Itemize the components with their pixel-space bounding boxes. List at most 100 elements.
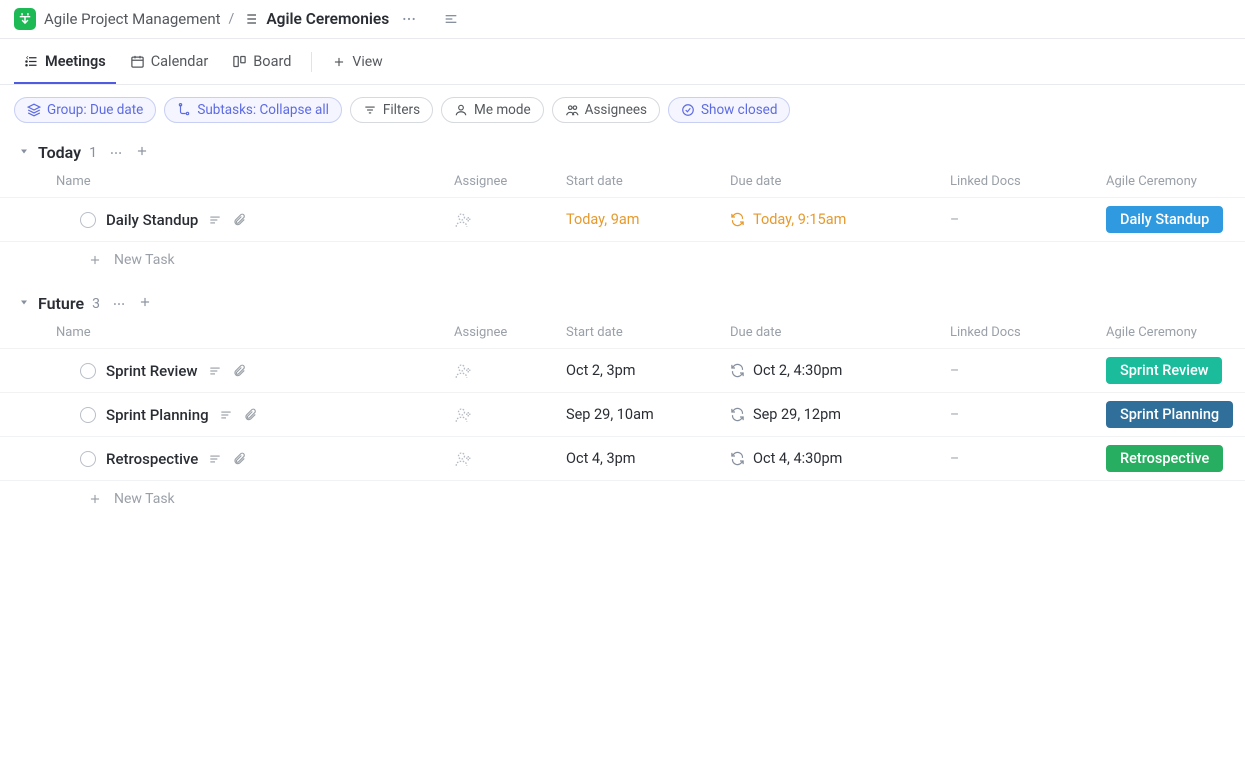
group-more-icon[interactable] xyxy=(108,295,130,313)
new-task-button[interactable]: New Task xyxy=(0,242,1245,278)
recurring-icon xyxy=(730,407,745,422)
task-row[interactable]: Retrospective Oct 4, 3pm Oct 4, 4:30pm –… xyxy=(0,437,1245,481)
list-icon xyxy=(242,11,258,27)
group-add-icon[interactable] xyxy=(135,144,149,162)
assignee-cell[interactable] xyxy=(454,406,566,424)
status-circle-icon[interactable] xyxy=(80,363,96,379)
task-row[interactable]: Sprint Review Oct 2, 3pm Oct 2, 4:30pm –… xyxy=(0,349,1245,393)
page-title[interactable]: Agile Ceremonies xyxy=(266,10,389,28)
task-row[interactable]: Sprint Planning Sep 29, 10am Sep 29, 12p… xyxy=(0,393,1245,437)
due-date-cell[interactable]: Oct 2, 4:30pm xyxy=(730,362,950,379)
recurring-icon xyxy=(730,212,745,227)
col-start[interactable]: Start date xyxy=(566,174,730,189)
linked-docs-cell[interactable]: – xyxy=(950,212,1106,228)
assignee-cell[interactable] xyxy=(454,450,566,468)
start-date-cell[interactable]: Oct 4, 3pm xyxy=(566,450,730,467)
description-icon[interactable] xyxy=(208,364,222,378)
attachment-icon[interactable] xyxy=(232,452,246,466)
group-header: Today 1 xyxy=(0,139,1245,168)
description-icon[interactable] xyxy=(208,213,222,227)
description-icon[interactable] xyxy=(208,452,222,466)
col-assignee[interactable]: Assignee xyxy=(454,174,566,189)
new-task-label: New Task xyxy=(114,491,175,507)
due-date-text: Sep 29, 12pm xyxy=(753,406,841,423)
task-title[interactable]: Retrospective xyxy=(106,450,198,468)
task-title[interactable]: Sprint Planning xyxy=(106,406,209,424)
tab-meetings[interactable]: Meetings xyxy=(14,39,116,84)
due-date-text: Today, 9:15am xyxy=(753,211,846,228)
group-title: Future xyxy=(38,294,84,313)
start-date-cell[interactable]: Today, 9am xyxy=(566,211,730,228)
pill-label: Group: Due date xyxy=(47,102,143,118)
status-circle-icon[interactable] xyxy=(80,451,96,467)
linked-docs-cell[interactable]: – xyxy=(950,407,1106,423)
tab-calendar[interactable]: Calendar xyxy=(120,39,219,84)
col-start[interactable]: Start date xyxy=(566,325,730,340)
status-circle-icon[interactable] xyxy=(80,212,96,228)
breadcrumb-space[interactable]: Agile Project Management xyxy=(44,10,221,28)
me-mode-pill[interactable]: Me mode xyxy=(441,97,544,123)
start-date-cell[interactable]: Oct 2, 3pm xyxy=(566,362,730,379)
col-due[interactable]: Due date xyxy=(730,325,950,340)
view-tabs: Meetings Calendar Board View xyxy=(0,39,1245,85)
breadcrumb: Agile Project Management / Agile Ceremon… xyxy=(0,0,1245,39)
more-options-icon[interactable] xyxy=(397,9,421,29)
add-view-label: View xyxy=(352,54,382,70)
col-name[interactable]: Name xyxy=(56,325,454,340)
ceremony-cell[interactable]: Retrospective xyxy=(1106,445,1227,472)
show-closed-pill[interactable]: Show closed xyxy=(668,97,790,123)
assignees-pill[interactable]: Assignees xyxy=(552,97,660,123)
collapse-icon[interactable] xyxy=(439,9,463,29)
group-count: 3 xyxy=(92,296,100,312)
col-docs[interactable]: Linked Docs xyxy=(950,174,1106,189)
col-docs[interactable]: Linked Docs xyxy=(950,325,1106,340)
tab-board[interactable]: Board xyxy=(222,39,301,84)
col-due[interactable]: Due date xyxy=(730,174,950,189)
col-ceremony[interactable]: Agile Ceremony xyxy=(1106,325,1227,340)
ceremony-cell[interactable]: Daily Standup xyxy=(1106,206,1227,233)
collapse-chevron-icon[interactable] xyxy=(18,296,30,312)
pill-label: Me mode xyxy=(474,102,531,118)
group-pill[interactable]: Group: Due date xyxy=(14,97,156,123)
due-date-cell[interactable]: Oct 4, 4:30pm xyxy=(730,450,950,467)
attachment-icon[interactable] xyxy=(232,364,246,378)
assignee-cell[interactable] xyxy=(454,211,566,229)
filters-pill[interactable]: Filters xyxy=(350,97,433,123)
ceremony-cell[interactable]: Sprint Planning xyxy=(1106,401,1233,428)
new-task-button[interactable]: New Task xyxy=(0,481,1245,517)
task-group: Future 3 Name Assignee Start date Due da… xyxy=(0,286,1245,525)
col-ceremony[interactable]: Agile Ceremony xyxy=(1106,174,1227,189)
space-icon[interactable] xyxy=(14,8,36,30)
due-date-cell[interactable]: Today, 9:15am xyxy=(730,211,950,228)
ceremony-cell[interactable]: Sprint Review xyxy=(1106,357,1227,384)
start-date-cell[interactable]: Sep 29, 10am xyxy=(566,406,730,423)
due-date-text: Oct 2, 4:30pm xyxy=(753,362,842,379)
due-date-cell[interactable]: Sep 29, 12pm xyxy=(730,406,950,423)
tab-label: Board xyxy=(253,53,291,70)
group-more-icon[interactable] xyxy=(105,144,127,162)
task-row[interactable]: Daily Standup Today, 9am Today, 9:15am –… xyxy=(0,198,1245,242)
tab-label: Meetings xyxy=(45,53,106,70)
ceremony-badge: Sprint Planning xyxy=(1106,401,1233,428)
attachment-icon[interactable] xyxy=(232,213,246,227)
attachment-icon[interactable] xyxy=(243,408,257,422)
description-icon[interactable] xyxy=(219,408,233,422)
assignee-cell[interactable] xyxy=(454,362,566,380)
add-view-button[interactable]: View xyxy=(322,40,392,84)
linked-docs-cell[interactable]: – xyxy=(950,363,1106,379)
linked-docs-cell[interactable]: – xyxy=(950,451,1106,467)
task-title[interactable]: Daily Standup xyxy=(106,211,198,229)
task-group: Today 1 Name Assignee Start date Due dat… xyxy=(0,135,1245,286)
ceremony-badge: Retrospective xyxy=(1106,445,1223,472)
status-circle-icon[interactable] xyxy=(80,407,96,423)
tab-divider xyxy=(311,52,312,72)
pill-label: Assignees xyxy=(585,102,647,118)
group-add-icon[interactable] xyxy=(138,295,152,313)
collapse-chevron-icon[interactable] xyxy=(18,145,30,161)
column-headers: Name Assignee Start date Due date Linked… xyxy=(0,319,1245,349)
breadcrumb-separator: / xyxy=(229,11,235,27)
col-assignee[interactable]: Assignee xyxy=(454,325,566,340)
col-name[interactable]: Name xyxy=(56,174,454,189)
subtasks-pill[interactable]: Subtasks: Collapse all xyxy=(164,97,342,123)
task-title[interactable]: Sprint Review xyxy=(106,362,198,380)
